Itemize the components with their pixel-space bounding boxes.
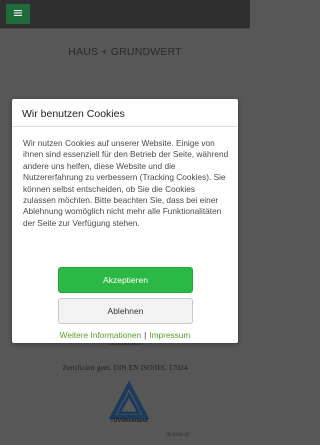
certificate-id: ID 0184/18 [166,433,189,438]
imprint-link[interactable]: Impressum [149,330,190,340]
more-info-link[interactable]: Weitere Informationen [60,330,141,340]
header-divider [0,28,250,29]
cookie-dialog-divider [12,126,238,127]
decline-button[interactable]: Ablehnen [58,298,193,324]
certification-text: Zertifiziert gem. DIN EN ISO/IEC 17024 [62,363,188,372]
cookie-dialog-body: Wir nutzen Cookies auf unserer Website. … [23,138,229,228]
tuv-logo-text: TÜVRheinland [110,418,148,424]
hamburger-icon[interactable]: ≡ [6,4,30,24]
cookie-dialog-links: Weitere Informationen | Impressum [12,330,238,340]
cookie-dialog-title: Wir benutzen Cookies [22,108,125,120]
top-bar: ≡ [0,0,250,28]
cookie-dialog: Wir benutzen Cookies Wir nutzen Cookies … [12,99,238,343]
link-separator: | [144,330,147,340]
accept-button[interactable]: Akzeptieren [58,267,193,293]
site-title: HAUS + GRUNDWERT [68,46,182,58]
